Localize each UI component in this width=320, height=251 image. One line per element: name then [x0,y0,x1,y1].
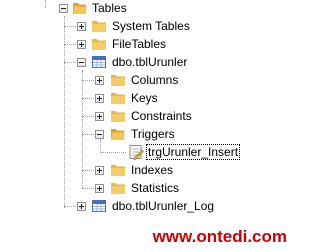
expand-toggle[interactable] [95,166,104,175]
tree-line [100,139,101,153]
table-icon [91,54,107,70]
watermark: www.ontedi.com [152,227,287,246]
tree-item-system-tables[interactable]: System Tables [110,18,192,34]
folder-icon [91,18,107,34]
tree-line [82,116,94,117]
tree-item-constraints[interactable]: Constraints [129,108,194,124]
tree-line [45,0,46,8]
tree-item-filetables[interactable]: FileTables [110,36,168,52]
tree-line [64,62,76,63]
folder-icon [110,90,126,106]
tree-line [82,80,94,81]
folder-icon [110,162,126,178]
tree-line [82,98,94,99]
tree-item-triggers[interactable]: Triggers [129,126,177,142]
tree-item-tables[interactable]: Tables [90,0,129,16]
tree-item-trigger-trgurunler-insert[interactable]: trgUrunler_Insert [146,144,241,160]
tree-line [82,170,94,171]
collapse-toggle[interactable] [59,4,68,13]
expand-toggle[interactable] [95,94,104,103]
collapse-toggle[interactable] [77,58,86,67]
tree-item-table-tblurunler[interactable]: dbo.tblUrunler [110,54,189,70]
collapse-toggle[interactable] [95,130,104,139]
tree-line [64,206,76,207]
expand-toggle[interactable] [77,202,86,211]
folder-icon [91,36,107,52]
tree-item-keys[interactable]: Keys [129,90,160,106]
folder-icon [110,72,126,88]
tree-item-table-tblurunler-log[interactable]: dbo.tblUrunler_Log [110,198,216,214]
tree-line [82,134,94,135]
tree-line [82,188,94,189]
folder-icon [110,180,126,196]
folder-open-icon [72,0,88,16]
folder-icon [110,108,126,124]
folder-open-icon [110,126,126,142]
tree-item-statistics[interactable]: Statistics [129,180,181,196]
tree-line [64,44,76,45]
expand-toggle[interactable] [95,76,104,85]
expand-toggle[interactable] [95,112,104,121]
expand-toggle[interactable] [77,22,86,31]
expand-toggle[interactable] [77,40,86,49]
table-icon [91,198,107,214]
expand-toggle[interactable] [95,184,104,193]
tree-item-indexes[interactable]: Indexes [129,162,175,178]
tree-line [64,26,76,27]
tree-line [100,152,126,153]
trigger-icon [128,144,144,160]
object-explorer-tree: Tables System Tables FileTables dbo.tblU… [0,0,295,251]
tree-item-columns[interactable]: Columns [129,72,180,88]
